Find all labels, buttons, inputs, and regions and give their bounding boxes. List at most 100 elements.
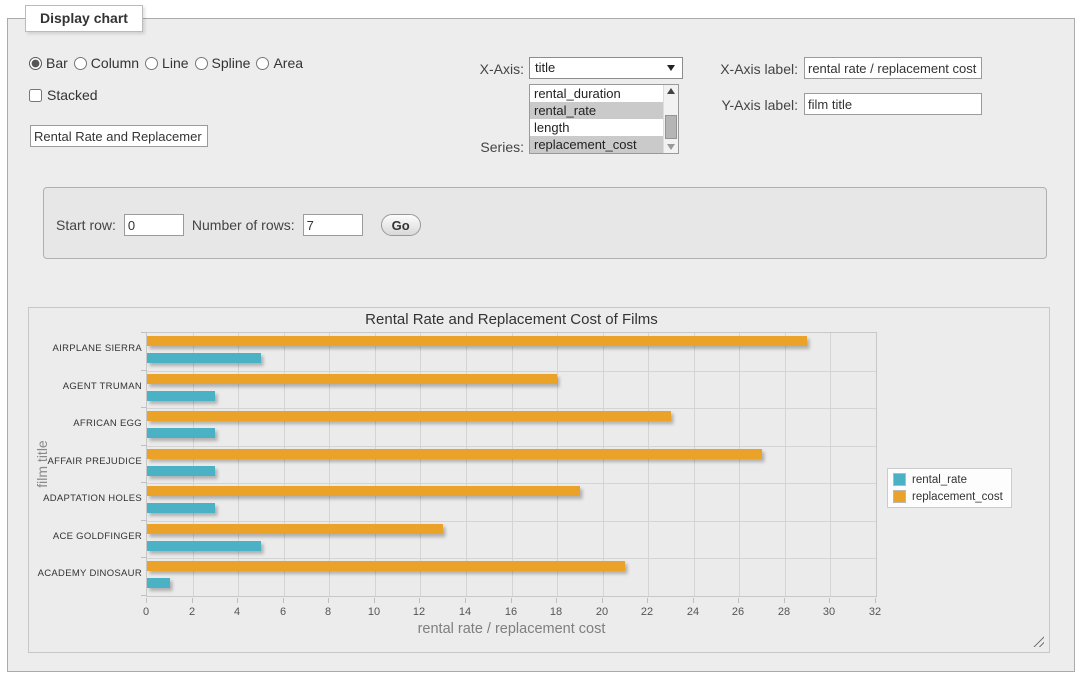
display-chart-fieldset: Display chart BarColumnLineSplineArea St…: [7, 18, 1075, 672]
bar-rental_rate: [147, 466, 215, 476]
bar-rental_rate: [147, 578, 170, 588]
x-axis-label-input[interactable]: [804, 57, 982, 79]
resize-handle-icon[interactable]: [1033, 636, 1044, 647]
chart-title-input[interactable]: [30, 125, 208, 147]
x-tick: [693, 598, 694, 603]
y-tick: [141, 370, 147, 371]
chart-type-radios: Bar Column Line Spline Area: [29, 55, 303, 71]
category-label: AFFAIR PREJUDICE: [29, 456, 142, 468]
series-option-rental_duration[interactable]: rental_duration: [530, 85, 663, 102]
x-tick-label: 28: [771, 606, 797, 618]
chart-type-option-column: Column: [74, 55, 139, 71]
chart-type-option-area: Area: [256, 55, 303, 71]
v-gridline: [512, 333, 513, 596]
series-listbox[interactable]: rental_durationrental_ratelengthreplacem…: [529, 84, 679, 154]
series-option-rental_rate[interactable]: rental_rate: [530, 102, 663, 119]
series-options: rental_durationrental_ratelengthreplacem…: [530, 85, 678, 153]
rows-form-box: Start row: Number of rows: Go: [43, 187, 1047, 259]
v-gridline: [193, 333, 194, 596]
y-tick: [141, 332, 147, 333]
chart-type-option-bar: Bar: [29, 55, 68, 71]
chart-type-radio-label: Bar: [46, 55, 68, 71]
x-tick: [784, 598, 785, 603]
v-gridline: [739, 333, 740, 596]
x-tick-label: 26: [725, 606, 751, 618]
scroll-up-icon[interactable]: [667, 88, 675, 94]
num-rows-input[interactable]: [303, 214, 363, 236]
legend-label: replacement_cost: [912, 491, 1003, 503]
chart-type-radio-label: Line: [162, 55, 188, 71]
bar-replacement_cost: [147, 374, 557, 384]
category-label: ACADEMY DINOSAUR: [29, 568, 142, 580]
fieldset-legend: Display chart: [25, 5, 143, 32]
x-axis-select[interactable]: title: [529, 57, 683, 79]
x-tick: [511, 598, 512, 603]
x-tick-label: 24: [680, 606, 706, 618]
bar-replacement_cost: [147, 524, 443, 534]
chart-type-radio-area[interactable]: [256, 57, 269, 70]
chart-type-radio-line[interactable]: [145, 57, 158, 70]
plot-area: [146, 332, 877, 597]
category-label: AGENT TRUMAN: [29, 381, 142, 393]
chart-type-option-line: Line: [145, 55, 188, 71]
x-tick: [146, 598, 147, 603]
x-tick-label: 18: [543, 606, 569, 618]
series-option-length[interactable]: length: [530, 119, 663, 136]
v-gridline: [648, 333, 649, 596]
scrollbar-thumb[interactable]: [665, 115, 677, 139]
start-row-input[interactable]: [124, 214, 184, 236]
category-label: ACE GOLDFINGER: [29, 531, 142, 543]
x-tick-label: 12: [406, 606, 432, 618]
x-tick: [374, 598, 375, 603]
x-tick: [829, 598, 830, 603]
v-gridline: [694, 333, 695, 596]
chart-x-axis-title: rental rate / replacement cost: [146, 621, 877, 637]
h-gridline: [147, 408, 876, 409]
x-tick-label: 20: [589, 606, 615, 618]
v-gridline: [785, 333, 786, 596]
x-tick-label: 32: [862, 606, 888, 618]
stacked-checkbox[interactable]: [29, 89, 42, 102]
chart-type-radio-column[interactable]: [74, 57, 87, 70]
stacked-label: Stacked: [47, 87, 98, 103]
series-option-replacement_cost[interactable]: replacement_cost: [530, 136, 663, 153]
x-tick-label: 2: [179, 606, 205, 618]
series-scrollbar[interactable]: [663, 85, 678, 153]
category-label: AFRICAN EGG: [29, 418, 142, 430]
x-tick: [328, 598, 329, 603]
h-gridline: [147, 371, 876, 372]
x-tick-label: 30: [816, 606, 842, 618]
y-tick: [141, 557, 147, 558]
y-axis-label-input[interactable]: [804, 93, 982, 115]
h-gridline: [147, 558, 876, 559]
x-tick-label: 4: [224, 606, 250, 618]
legend-label: rental_rate: [912, 474, 967, 486]
bar-replacement_cost: [147, 411, 671, 421]
chart-type-option-spline: Spline: [195, 55, 251, 71]
chart-type-radio-spline[interactable]: [195, 57, 208, 70]
chart-type-radio-bar[interactable]: [29, 57, 42, 70]
x-tick: [647, 598, 648, 603]
x-tick-label: 6: [270, 606, 296, 618]
bar-rental_rate: [147, 391, 215, 401]
x-axis-selected-value: title: [535, 60, 555, 75]
x-tick: [875, 598, 876, 603]
x-tick: [192, 598, 193, 603]
x-tick-label: 16: [498, 606, 524, 618]
y-tick: [141, 445, 147, 446]
y-axis-label-label: Y-Axis label:: [698, 97, 798, 113]
chart-type-radio-label: Spline: [212, 55, 251, 71]
v-gridline: [603, 333, 604, 596]
h-gridline: [147, 446, 876, 447]
stacked-checkbox-row: Stacked: [29, 87, 98, 103]
x-tick: [237, 598, 238, 603]
v-gridline: [557, 333, 558, 596]
go-button[interactable]: Go: [381, 214, 421, 236]
start-row-label: Start row:: [56, 217, 116, 233]
x-tick-label: 0: [133, 606, 159, 618]
legend-row: rental_rate: [893, 473, 1003, 486]
scroll-down-icon[interactable]: [667, 144, 675, 150]
bar-replacement_cost: [147, 449, 762, 459]
v-gridline: [329, 333, 330, 596]
category-label: AIRPLANE SIERRA: [29, 343, 142, 355]
